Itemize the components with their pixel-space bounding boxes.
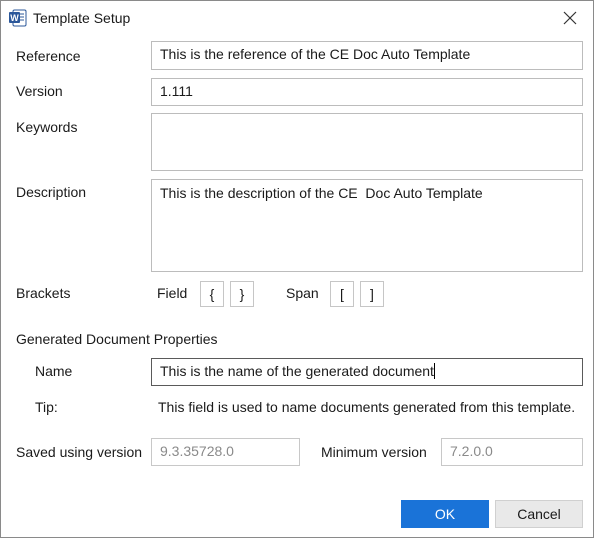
field-brackets-label: Field xyxy=(157,285,188,301)
document-name-input[interactable]: This is the name of the generated docume… xyxy=(151,358,583,386)
ok-button[interactable]: OK xyxy=(401,500,489,528)
minimum-version-field: 7.2.0.0 xyxy=(441,438,583,466)
name-label: Name xyxy=(35,363,73,379)
saved-version-label: Saved using version xyxy=(16,444,143,460)
svg-text:W: W xyxy=(10,13,19,23)
close-icon xyxy=(563,11,577,25)
generated-properties-heading: Generated Document Properties xyxy=(16,331,218,347)
title-bar: W Template Setup xyxy=(1,1,593,35)
word-app-icon: W xyxy=(9,9,27,27)
field-open-bracket-input[interactable]: { xyxy=(200,281,224,307)
reference-input[interactable]: This is the reference of the CE Doc Auto… xyxy=(151,41,583,70)
document-name-value: This is the name of the generated docume… xyxy=(160,363,434,379)
tip-label: Tip: xyxy=(35,399,58,415)
version-input[interactable]: 1.111 xyxy=(151,78,583,106)
keywords-input[interactable] xyxy=(151,113,583,171)
keywords-label: Keywords xyxy=(16,119,78,135)
close-button[interactable] xyxy=(547,1,593,35)
template-setup-dialog: W Template Setup Reference This is the r… xyxy=(0,0,594,538)
cancel-button[interactable]: Cancel xyxy=(495,500,583,528)
reference-label: Reference xyxy=(16,48,81,64)
minimum-version-label: Minimum version xyxy=(321,444,427,460)
description-input[interactable]: This is the description of the CE Doc Au… xyxy=(151,179,583,272)
brackets-label: Brackets xyxy=(16,285,71,301)
description-label: Description xyxy=(16,184,87,200)
tip-text: This field is used to name documents gen… xyxy=(158,399,576,415)
span-brackets-label: Span xyxy=(286,285,319,301)
text-caret xyxy=(433,363,435,379)
saved-version-field: 9.3.35728.0 xyxy=(151,438,300,466)
window-title: Template Setup xyxy=(33,10,131,26)
field-close-bracket-input[interactable]: } xyxy=(230,281,254,307)
version-label: Version xyxy=(16,83,63,99)
span-close-bracket-input[interactable]: ] xyxy=(360,281,384,307)
span-open-bracket-input[interactable]: [ xyxy=(330,281,354,307)
